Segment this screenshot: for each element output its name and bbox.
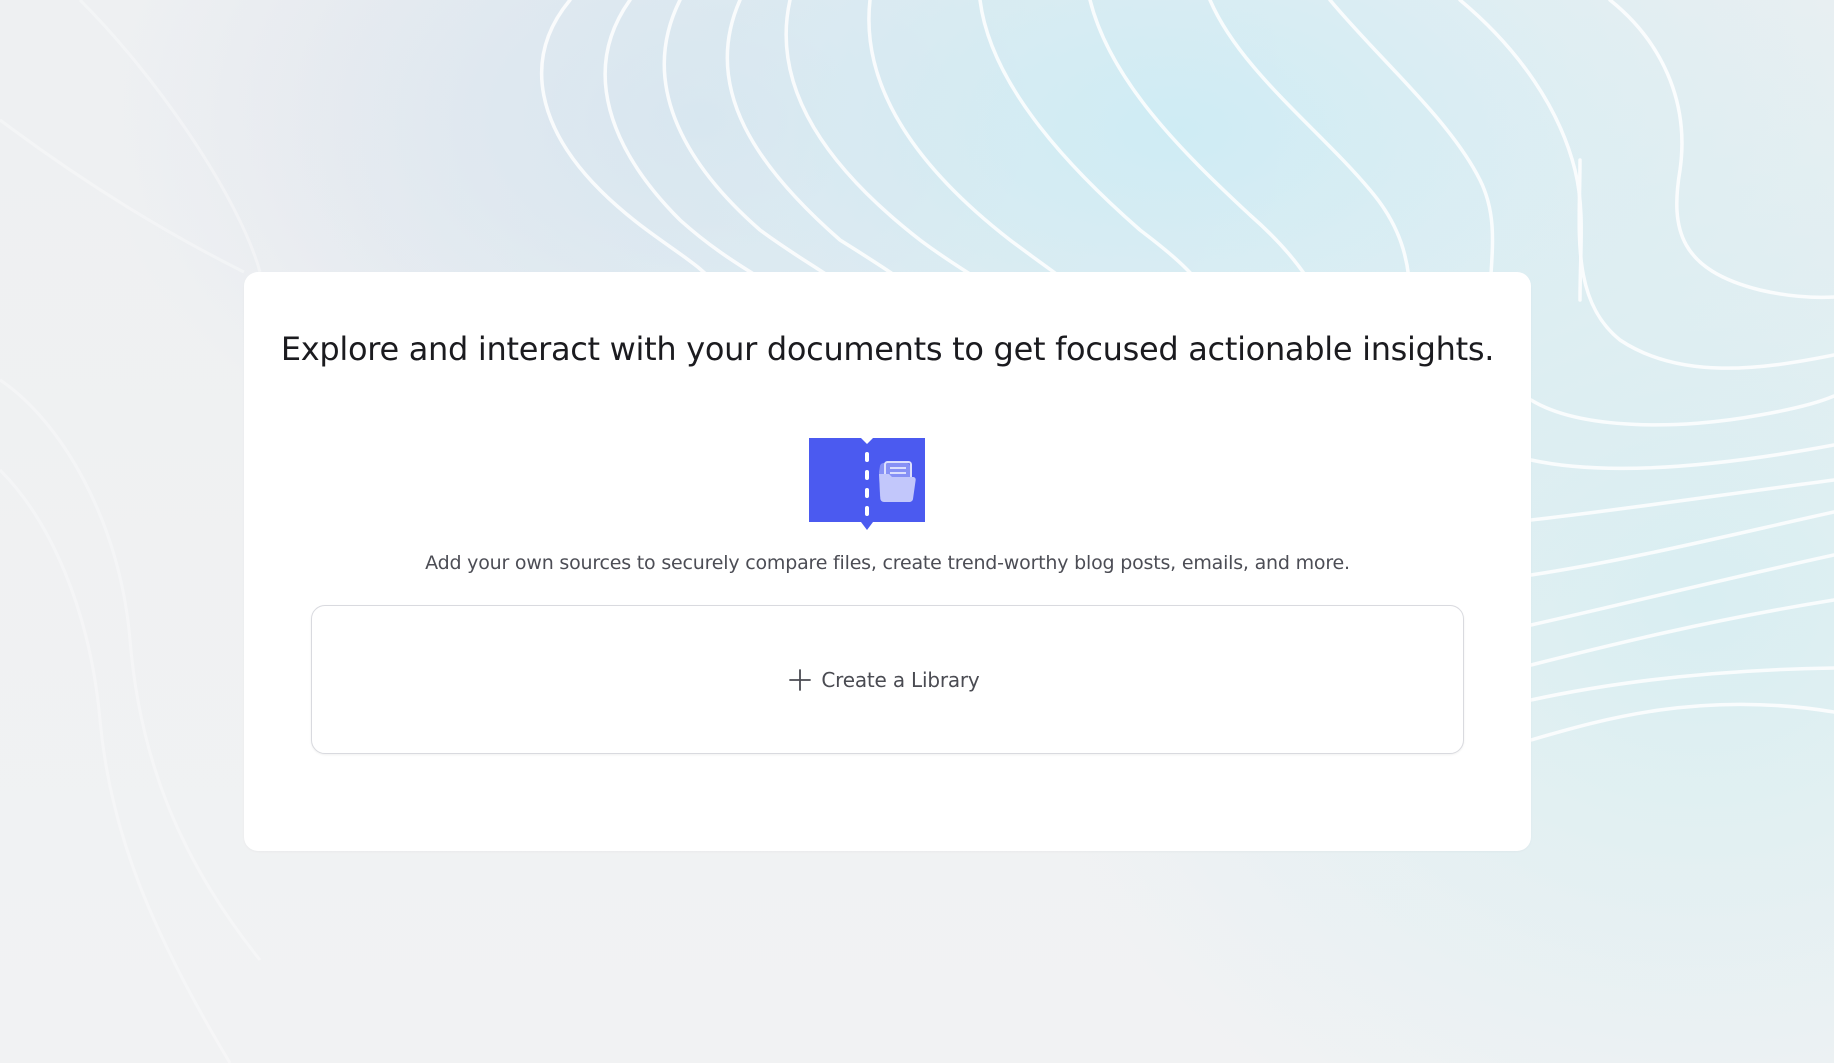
create-library-content: Create a Library <box>789 667 980 692</box>
library-empty-state-card: Explore and interact with your documents… <box>244 272 1531 851</box>
page-description: Add your own sources to securely compare… <box>425 552 1350 574</box>
page-headline: Explore and interact with your documents… <box>280 330 1495 368</box>
library-empty-state-page: Explore and interact with your documents… <box>0 0 1834 1063</box>
book-folder-icon <box>809 438 925 530</box>
create-library-button[interactable]: Create a Library <box>311 605 1464 754</box>
create-library-label: Create a Library <box>821 667 980 692</box>
plus-icon <box>789 668 812 691</box>
